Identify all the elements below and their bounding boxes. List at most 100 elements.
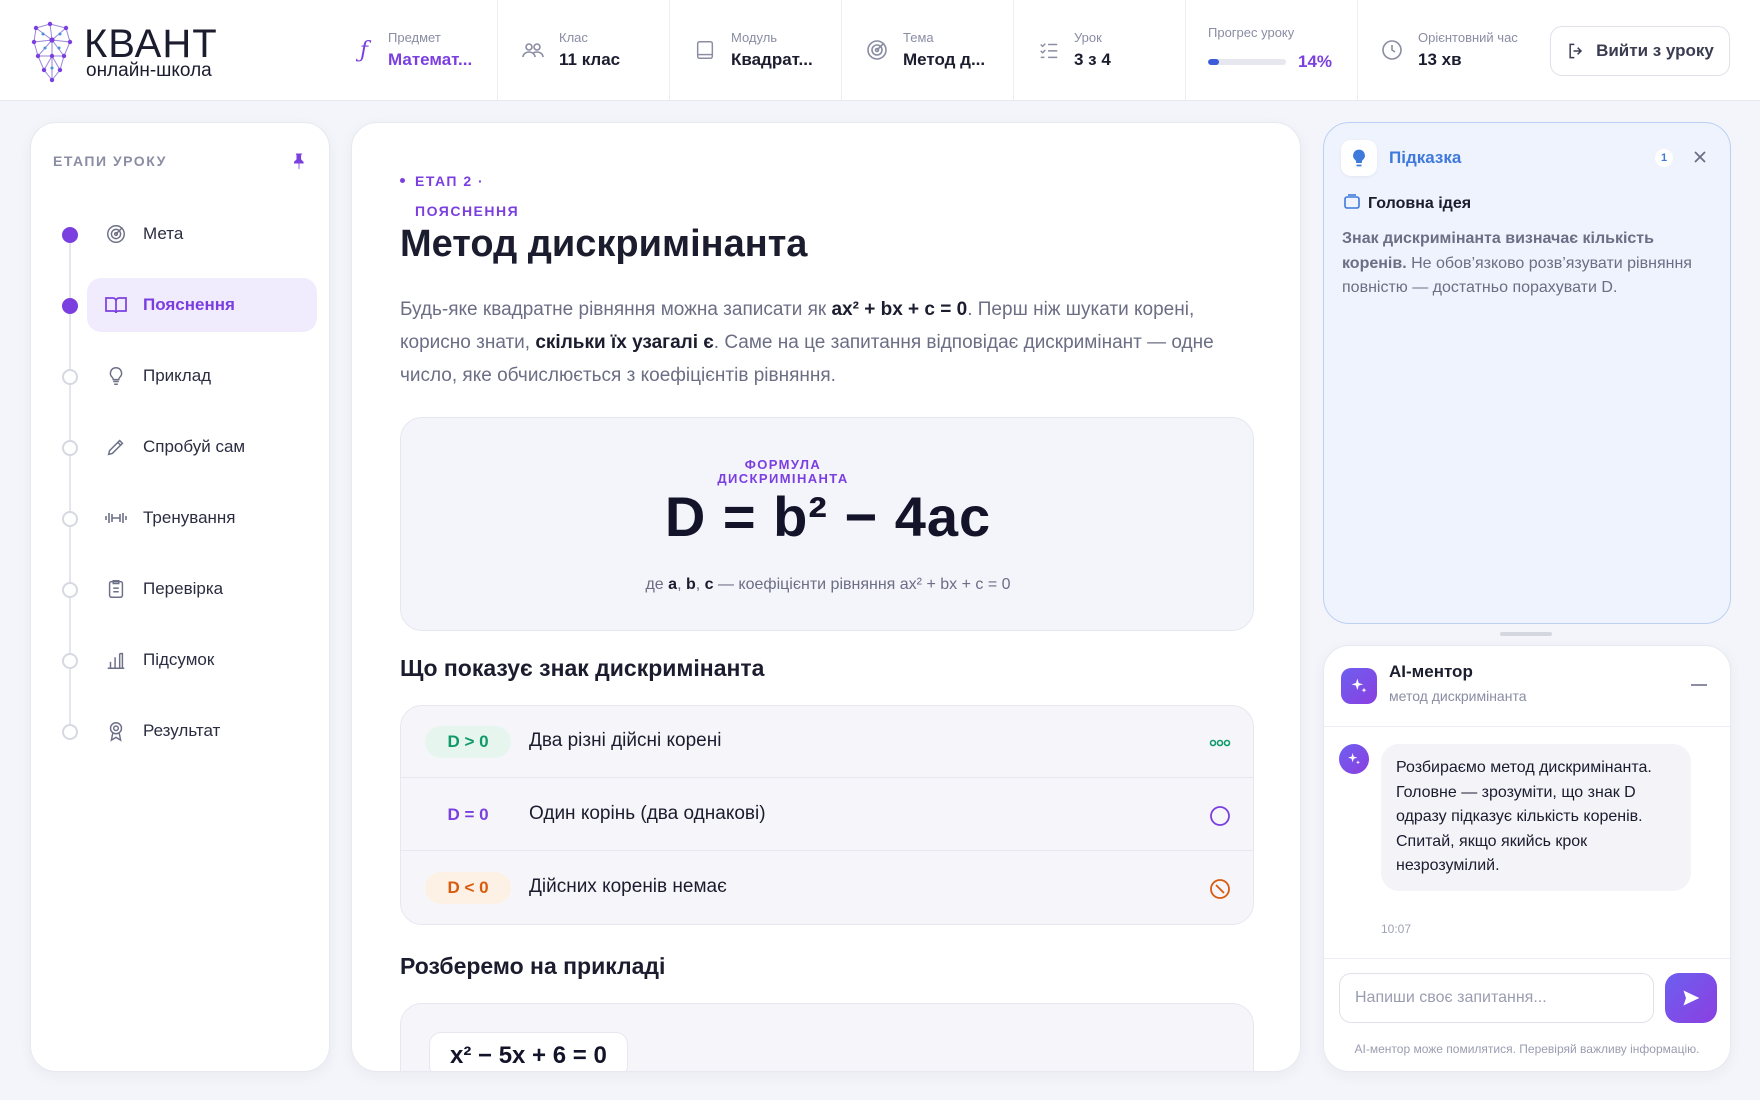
- pin-icon[interactable]: [289, 151, 309, 171]
- sidebar-step-summary[interactable]: Підсумок: [31, 633, 331, 687]
- meta-module: Модуль Квадрат...: [693, 0, 833, 100]
- formula-card: ФОРМУЛА ДИСКРИМІНАНТА D = b² − 4ac де a,…: [400, 417, 1254, 631]
- step-status-dot: [62, 227, 78, 243]
- mentor-subtitle: метод дискримінанта: [1389, 688, 1527, 704]
- target-icon: [865, 38, 889, 62]
- logout-icon: [1569, 43, 1583, 59]
- three-dots-icon: [1209, 739, 1231, 747]
- sidebar-step-explanation[interactable]: Пояснення: [31, 278, 331, 332]
- clipboard-icon: [104, 577, 128, 601]
- sparkle-icon: [1341, 668, 1377, 704]
- example-section-title: Розберемо на прикладі: [400, 953, 666, 979]
- circle-icon: [1210, 806, 1230, 826]
- sign-badge: D = 0: [425, 799, 511, 831]
- hint-count-badge: 1: [1655, 149, 1673, 167]
- hint-panel: Підказка 1 Головна ідея Знак дискримінан…: [1323, 122, 1731, 624]
- example-card: x² − 5x + 6 = 0: [400, 1003, 1254, 1071]
- meta-grade-value: 11 клас: [559, 50, 621, 69]
- meta-time-value: 13 хв: [1418, 50, 1462, 69]
- divider: [1324, 726, 1730, 727]
- minimize-icon[interactable]: [1691, 684, 1707, 686]
- meta-divider: [841, 0, 842, 100]
- meta-topic-value: Метод д...: [903, 50, 986, 69]
- divider: [1324, 958, 1730, 959]
- progress-percent: 14%: [1298, 52, 1333, 71]
- meta-time-label: Орієнтовний час: [1418, 30, 1518, 45]
- sign-description: Дійсних коренів немає: [529, 876, 727, 897]
- step-status-dot: [62, 298, 78, 314]
- meta-module-label: Модуль: [731, 30, 778, 45]
- sign-badge: D > 0: [425, 726, 511, 758]
- step-status-dot: [62, 724, 78, 740]
- hint-body: Знак дискримінанта визначає кількість ко…: [1342, 230, 1692, 296]
- sidebar-title: ЕТАПИ УРОКУ: [53, 153, 167, 169]
- sign-row: D < 0 Дійсних коренів немає: [401, 852, 1253, 924]
- step-status-dot: [62, 440, 78, 456]
- sign-row: D = 0 Один корінь (два однакові): [401, 779, 1253, 851]
- message-timestamp: 10:07: [1381, 922, 1412, 936]
- step-label: Результат: [143, 721, 221, 740]
- page-title: Метод дискримінанта: [400, 223, 808, 265]
- meta-divider: [497, 0, 498, 100]
- close-icon[interactable]: [1690, 147, 1710, 167]
- formula-label: ФОРМУЛА ДИСКРИМІНАНТА: [717, 457, 849, 486]
- step-label: Приклад: [143, 366, 212, 385]
- pencil-icon: [104, 435, 128, 459]
- brand-subtitle: онлайн-школа: [86, 60, 212, 81]
- lesson-stages-sidebar: ЕТАПИ УРОКУ Мета Пояснення Приклад Спроб…: [30, 122, 330, 1072]
- book-open-icon: [104, 293, 128, 317]
- step-label: Спробуй сам: [143, 437, 246, 456]
- progress-bar-fill: [1208, 59, 1219, 65]
- mentor-disclaimer: AI-ментор може помилятися. Перевіряй важ…: [1354, 1042, 1700, 1056]
- book-icon: [693, 38, 717, 62]
- step-label: Мета: [143, 224, 184, 243]
- example-equation: x² − 5x + 6 = 0: [429, 1032, 628, 1071]
- meta-progress-label: Прогрес уроку: [1208, 25, 1295, 40]
- discriminant-sign-table: D > 0 Два різні дійсні корені D = 0 Один…: [400, 705, 1254, 925]
- meta-divider: [1357, 0, 1358, 100]
- hint-title: Підказка: [1389, 148, 1462, 167]
- meta-time: Орієнтовний час 13 хв: [1380, 0, 1540, 100]
- formula-note: де a, b, c — коефіцієнти рівняння ax² + …: [645, 576, 1011, 593]
- clock-icon: [1380, 38, 1404, 62]
- exit-lesson-button[interactable]: Вийти з уроку: [1550, 26, 1730, 76]
- bookmark-icon: [1344, 194, 1360, 209]
- chat-input[interactable]: [1339, 973, 1654, 1023]
- sidebar-step-check[interactable]: Перевірка: [31, 562, 331, 616]
- meta-topic: Тема Метод д...: [865, 0, 1005, 100]
- brand[interactable]: КВАНТ онлайн-школа: [30, 20, 250, 84]
- meta-divider: [669, 0, 670, 100]
- stage-tag: ЕТАП 2 ·: [400, 173, 484, 189]
- target-icon: [104, 222, 128, 246]
- sign-description: Один корінь (два однакові): [529, 803, 766, 824]
- sign-description: Два різні дійсні корені: [529, 730, 722, 751]
- meta-module-value: Квадрат...: [731, 50, 813, 69]
- step-label: Підсумок: [143, 650, 215, 669]
- lightbulb-icon: [104, 364, 128, 388]
- sign-row: D > 0 Два різні дійсні корені: [401, 706, 1253, 778]
- dumbbell-icon: [104, 506, 128, 530]
- sidebar-step-result[interactable]: Результат: [31, 704, 331, 758]
- prohibited-icon: [1210, 879, 1230, 899]
- step-status-dot: [62, 369, 78, 385]
- sparkle-icon: [1339, 744, 1369, 774]
- step-status-dot: [62, 582, 78, 598]
- step-status-dot: [62, 511, 78, 527]
- step-label: Пояснення: [143, 295, 235, 314]
- lesson-content: ЕТАП 2 · ПОЯСНЕННЯ Метод дискримінанта Б…: [351, 122, 1301, 1072]
- panel-resize-handle[interactable]: [1500, 632, 1552, 636]
- send-icon: [1683, 990, 1700, 1006]
- award-icon: [104, 719, 128, 743]
- sidebar-step-example[interactable]: Приклад: [31, 349, 331, 403]
- send-button[interactable]: [1665, 973, 1717, 1023]
- sidebar-step-training[interactable]: Тренування: [31, 491, 331, 545]
- ai-mentor-panel: AI-ментор метод дискримінанта Розбираємо…: [1323, 645, 1731, 1072]
- intro-paragraph: Будь-яке квадратне рівняння можна записа…: [400, 299, 1214, 386]
- exit-lesson-label: Вийти з уроку: [1596, 41, 1714, 60]
- meta-lesson: Урок 3 з 4: [1037, 0, 1157, 100]
- sidebar-step-goal[interactable]: Мета: [31, 207, 331, 261]
- mentor-message: Розбираємо метод дискримінанта. Головне …: [1381, 744, 1691, 891]
- sidebar-step-try-yourself[interactable]: Спробуй сам: [31, 420, 331, 474]
- meta-lesson-label: Урок: [1074, 30, 1102, 45]
- meta-divider: [1013, 0, 1014, 100]
